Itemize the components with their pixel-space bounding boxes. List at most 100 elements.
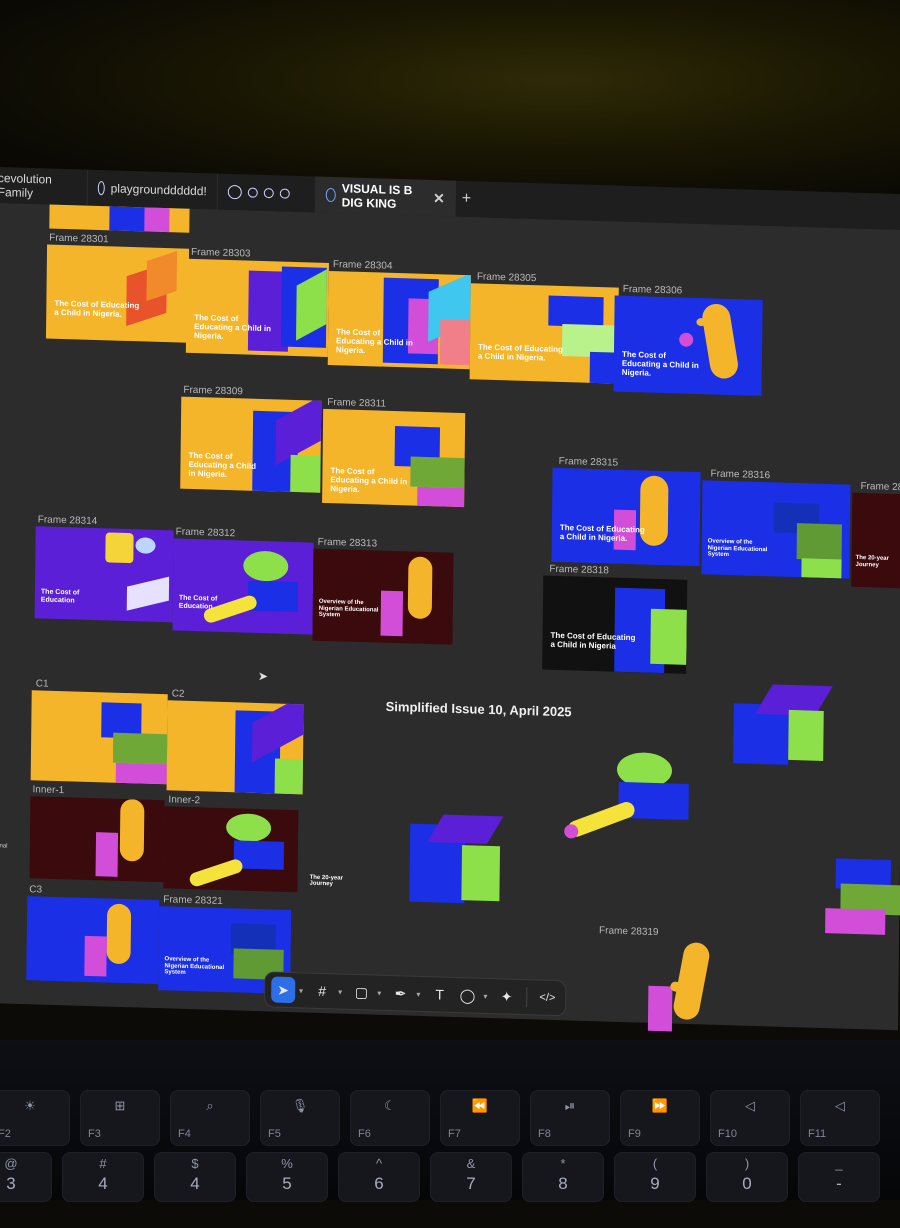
money-shape	[225, 813, 272, 843]
shape-icon[interactable]: ▢	[349, 979, 373, 1006]
divider	[526, 987, 528, 1008]
cube-illustration[interactable]	[409, 814, 504, 905]
frame-title: The Cost of Educating a Child in Nigeria…	[559, 522, 645, 543]
number-key[interactable]: _ -	[798, 1152, 880, 1202]
pen-icon[interactable]: ✒	[388, 980, 412, 1007]
canvas-title: Simplified Issue 10, April 2025	[385, 698, 572, 720]
frame-28303[interactable]: The Cost of Educating a Child in Nigeria…	[185, 258, 329, 357]
frame-title: The Cost of Educating a Child in Nigeria…	[477, 342, 563, 363]
frame-title: The Cost of Educating a Child in Nigeria…	[193, 312, 272, 341]
file-icon	[227, 184, 242, 200]
fn-key-f4[interactable]: ⌕ F4	[170, 1090, 250, 1146]
frame-label: Inner-1	[32, 784, 65, 797]
frame-28316[interactable]: Overview of the Nigerian Educational Sys…	[701, 480, 851, 579]
frame-journey[interactable]: The 20-year Journey	[851, 492, 900, 589]
actions-icon[interactable]: ✦	[495, 983, 519, 1010]
money-box-illustration[interactable]	[564, 750, 697, 844]
frame-28309[interactable]: The Cost of Educating a Child in Nigeria…	[180, 396, 322, 493]
block-illustration[interactable]	[825, 858, 900, 940]
fn-key-f7[interactable]: ⏪ F7	[440, 1090, 520, 1146]
frame-c3[interactable]	[26, 896, 160, 985]
key-glyph-icon: ⏯	[564, 1098, 576, 1113]
pencil-cup	[105, 532, 134, 564]
frame-label: Frame 28315	[558, 455, 619, 469]
chevron-down-icon[interactable]: ▾	[377, 988, 384, 997]
fn-key-f10[interactable]: ◁ F10	[710, 1090, 790, 1146]
fn-key-f11[interactable]: ◁ F11	[800, 1090, 880, 1146]
frame-title: Overview of the Nigerian Educational Sys…	[318, 598, 379, 619]
number-key[interactable]: & 7	[430, 1152, 512, 1202]
fn-key-f3[interactable]: ⊞ F3	[80, 1090, 160, 1146]
number-key[interactable]: ) 0	[706, 1152, 788, 1202]
key-label: -	[836, 1174, 842, 1193]
number-key[interactable]: $4	[154, 1152, 236, 1202]
frame-28314[interactable]: The Cost of Education	[34, 526, 174, 623]
frame-28301[interactable]: The Cost of Educating a Child in Nigeria…	[45, 244, 190, 343]
frame-28306[interactable]: The Cost of Educating a Child in Nigeria…	[613, 295, 763, 396]
key-shift-label: #	[99, 1156, 107, 1171]
key-shift-label: )	[744, 1156, 750, 1171]
frame-label: Inner-2	[168, 794, 201, 807]
chevron-down-icon[interactable]: ▾	[338, 987, 345, 996]
frame-label: Frame 28306	[622, 283, 683, 297]
text-icon[interactable]: T	[428, 981, 452, 1008]
frame-label: Frame 28316	[710, 468, 771, 482]
tab-label: cevolution Family	[0, 171, 52, 201]
tab-family[interactable]: cevolution Family	[0, 166, 88, 206]
fn-key-f5[interactable]: 🎙 F5	[260, 1090, 340, 1146]
frame-label: Frame 28309	[183, 384, 243, 398]
fn-key-f6[interactable]: ☾ F6	[350, 1090, 430, 1146]
close-icon[interactable]: ✕	[433, 190, 445, 207]
move-icon[interactable]: ➤	[271, 976, 296, 1004]
number-key[interactable]: @3	[0, 1152, 52, 1202]
fn-key-f8[interactable]: ⏯ F8	[530, 1090, 610, 1146]
frame-label: Frame 28303	[190, 246, 251, 260]
frame-28304[interactable]: The Cost of Educating a Child in Nigeria…	[327, 270, 471, 370]
figure-illustration[interactable]	[647, 940, 729, 1033]
tab-untitled[interactable]	[217, 173, 316, 213]
number-key[interactable]: ^ 6	[338, 1152, 420, 1202]
frame-label: Frame 28311	[327, 396, 387, 410]
tab-label: playgroundddddd!	[110, 181, 207, 199]
fn-key-f2[interactable]: ☀ F2	[0, 1090, 70, 1146]
pink-figure	[95, 832, 119, 877]
frame-28318[interactable]: The Cost of Educating a Child in Nigeria	[542, 575, 688, 674]
green-block	[796, 523, 843, 561]
comment-icon[interactable]: ◯	[455, 982, 479, 1009]
frame-inner-2[interactable]	[163, 806, 299, 893]
key-label: F8	[538, 1128, 551, 1140]
number-key[interactable]: % 5	[246, 1152, 328, 1202]
yellow-ball	[696, 318, 707, 327]
number-key[interactable]: * 8	[522, 1152, 604, 1202]
frame-c1[interactable]	[30, 690, 168, 785]
green-face	[801, 558, 842, 579]
frame-c2[interactable]	[166, 700, 304, 795]
number-key[interactable]: (9	[614, 1152, 696, 1202]
tab-playground[interactable]: playgroundddddd!	[87, 169, 218, 210]
chevron-down-icon[interactable]: ▾	[416, 989, 423, 998]
frame-28311[interactable]: The Cost of Educating a Child in Nigeria…	[322, 408, 466, 508]
chevron-down-icon[interactable]: ▾	[299, 986, 306, 995]
key-label: 4	[98, 1174, 108, 1193]
number-key[interactable]: #4	[62, 1152, 144, 1202]
frame-thumbnail[interactable]	[49, 204, 190, 233]
green-block	[112, 732, 168, 765]
cube-illustration[interactable]	[733, 683, 833, 766]
add-tab-icon[interactable]: +	[462, 181, 472, 217]
frame-28305[interactable]: The Cost of Educating a Child in Nigeria…	[469, 283, 619, 384]
frame-inner-1[interactable]	[29, 796, 165, 883]
chevron-down-icon[interactable]: ▾	[483, 991, 490, 1000]
frame-28313[interactable]: Overview of the Nigerian Educational Sys…	[312, 548, 454, 645]
design-canvas[interactable]: Frame 28301 The Cost of Educating a Chil…	[0, 203, 900, 1033]
frame-28312[interactable]: The Cost of Education	[172, 538, 314, 635]
tab-visual[interactable]: VISUAL IS B DIG KING ✕	[315, 176, 456, 217]
yellow-pencil	[187, 857, 245, 889]
fn-key-f9[interactable]: ⏩ F9	[620, 1090, 700, 1146]
key-label: 3	[6, 1174, 16, 1193]
frame-label: Frame 28	[860, 480, 900, 494]
salmon-shape	[439, 319, 471, 366]
code-icon[interactable]: </>	[535, 984, 559, 1011]
key-glyph-icon: ⏩	[651, 1098, 669, 1113]
frame-28315[interactable]: The Cost of Educating a Child in Nigeria…	[551, 467, 701, 567]
frame-icon[interactable]: #	[310, 978, 334, 1005]
